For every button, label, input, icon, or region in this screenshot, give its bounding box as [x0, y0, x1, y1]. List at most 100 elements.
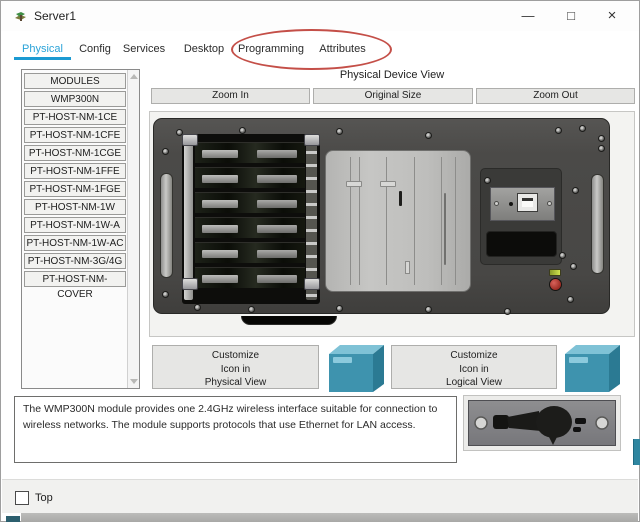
- module-description: The WMP300N module provides one 2.4GHz w…: [14, 396, 457, 463]
- server-chassis: [153, 118, 610, 325]
- screw-icon: [162, 148, 169, 155]
- cage-pull-tab: [241, 316, 337, 325]
- module-item[interactable]: PT-HOST-NM-1W: [24, 199, 126, 215]
- module-item[interactable]: PT-HOST-NM-1CE: [24, 109, 126, 125]
- panel-seam: [455, 157, 456, 285]
- window-title: Server1: [34, 9, 77, 23]
- screw-icon: [555, 127, 562, 134]
- customize-physical-button[interactable]: Customize Icon in Physical View: [152, 345, 319, 389]
- app-icon: [13, 9, 28, 24]
- screw-icon: [559, 252, 566, 259]
- tab-services[interactable]: Services: [113, 39, 175, 59]
- screw-icon: [176, 129, 183, 136]
- wmp300n-module-image: [468, 400, 616, 446]
- tab-bar: Physical Config Services Desktop Program…: [1, 29, 639, 70]
- background-artifact: [6, 516, 20, 522]
- module-item[interactable]: PT-HOST-NM-1W-A: [24, 217, 126, 233]
- drive-module: [195, 217, 305, 238]
- module-item[interactable]: WMP300N: [24, 91, 126, 107]
- drive-module: [195, 192, 305, 213]
- active-tab-underline: [14, 57, 71, 60]
- server-icon: [561, 343, 623, 393]
- titlebar: Server1 — □ ×: [1, 1, 639, 31]
- module-item[interactable]: PT-HOST-NM-3G/4G: [24, 253, 126, 269]
- module-item[interactable]: PT-HOST-NM-1CGE: [24, 145, 126, 161]
- panel-button: [405, 261, 410, 274]
- port-led: [509, 202, 513, 206]
- module-item[interactable]: PT-HOST-NM-1FGE: [24, 181, 126, 197]
- zoom-in-button[interactable]: Zoom In: [151, 88, 310, 104]
- power-led: [549, 269, 561, 276]
- screw-icon: [425, 306, 432, 313]
- screw-icon: [567, 296, 574, 303]
- screw-icon: [162, 291, 169, 298]
- drive-module: [195, 167, 305, 188]
- panel-notch: [346, 181, 362, 187]
- drive-rail-right: [306, 138, 317, 300]
- tab-desktop[interactable]: Desktop: [173, 39, 235, 59]
- module-preview: [463, 395, 621, 451]
- cage-bracket: [182, 134, 198, 146]
- screw-icon: [484, 177, 491, 184]
- annotation-ellipse: [231, 29, 392, 70]
- window-bottom-edge: [21, 513, 638, 522]
- zoom-out-button[interactable]: Zoom Out: [476, 88, 635, 104]
- drive-eject-slot: [444, 193, 446, 265]
- tab-config[interactable]: Config: [73, 39, 117, 59]
- module-item[interactable]: PT-HOST-NM-COVER: [24, 271, 126, 300]
- drive-module: [195, 267, 305, 288]
- maximize-icon[interactable]: □: [551, 1, 591, 31]
- modules-scrollbar[interactable]: [127, 70, 139, 388]
- close-icon[interactable]: ×: [592, 1, 632, 31]
- chassis-handle-left: [160, 173, 173, 278]
- screw-icon: [425, 132, 432, 139]
- screw-icon: [598, 135, 605, 142]
- panel-seam: [441, 157, 442, 285]
- drive-rail-left: [184, 138, 193, 300]
- panel-seam: [350, 157, 351, 285]
- module-item[interactable]: PT-HOST-NM-1FFE: [24, 163, 126, 179]
- panel-notch: [380, 181, 396, 187]
- minimize-icon[interactable]: —: [508, 1, 548, 31]
- drive-module: [195, 242, 305, 263]
- drive-bay: [182, 134, 337, 325]
- vent-slot: [486, 231, 557, 257]
- cage-bracket: [304, 278, 320, 290]
- ethernet-port: [517, 193, 538, 212]
- modules-list: MODULES WMP300N PT-HOST-NM-1CE PT-HOST-N…: [21, 69, 140, 389]
- cage-bracket: [304, 134, 320, 146]
- screw-icon: [504, 308, 511, 315]
- tab-physical[interactable]: Physical: [14, 39, 71, 59]
- panel-seam: [386, 157, 387, 285]
- screw-icon: [570, 263, 577, 270]
- modules-header: MODULES: [24, 73, 126, 89]
- scroll-up-icon[interactable]: [130, 74, 138, 79]
- background-artifact: [633, 439, 640, 465]
- screw-icon: [239, 127, 246, 134]
- screw-icon: [194, 304, 201, 311]
- panel-slit: [399, 191, 402, 206]
- top-checkbox[interactable]: [15, 491, 29, 505]
- drive-module: [195, 142, 305, 163]
- physical-device-view-title: Physical Device View: [339, 69, 445, 81]
- plate-screw: [494, 201, 499, 206]
- module-item[interactable]: PT-HOST-NM-1CFE: [24, 127, 126, 143]
- scroll-down-icon[interactable]: [130, 379, 138, 384]
- original-size-button[interactable]: Original Size: [313, 88, 473, 104]
- top-checkbox-label: Top: [35, 492, 53, 504]
- screw-icon: [579, 125, 586, 132]
- panel-seam: [414, 157, 415, 285]
- customize-logical-button[interactable]: Customize Icon in Logical View: [391, 345, 557, 389]
- screw-icon: [336, 305, 343, 312]
- server-icon: [325, 343, 387, 393]
- chassis-handle-right: [591, 174, 604, 274]
- screw-icon: [336, 128, 343, 135]
- module-item[interactable]: PT-HOST-NM-1W-AC: [24, 235, 126, 251]
- panel-seam: [359, 157, 360, 285]
- screw-icon: [248, 306, 255, 313]
- bay-cover-panel: [325, 150, 471, 292]
- plate-screw: [547, 201, 552, 206]
- power-button[interactable]: [549, 278, 562, 291]
- screw-icon: [572, 187, 579, 194]
- footer-bar: Top: [2, 479, 638, 513]
